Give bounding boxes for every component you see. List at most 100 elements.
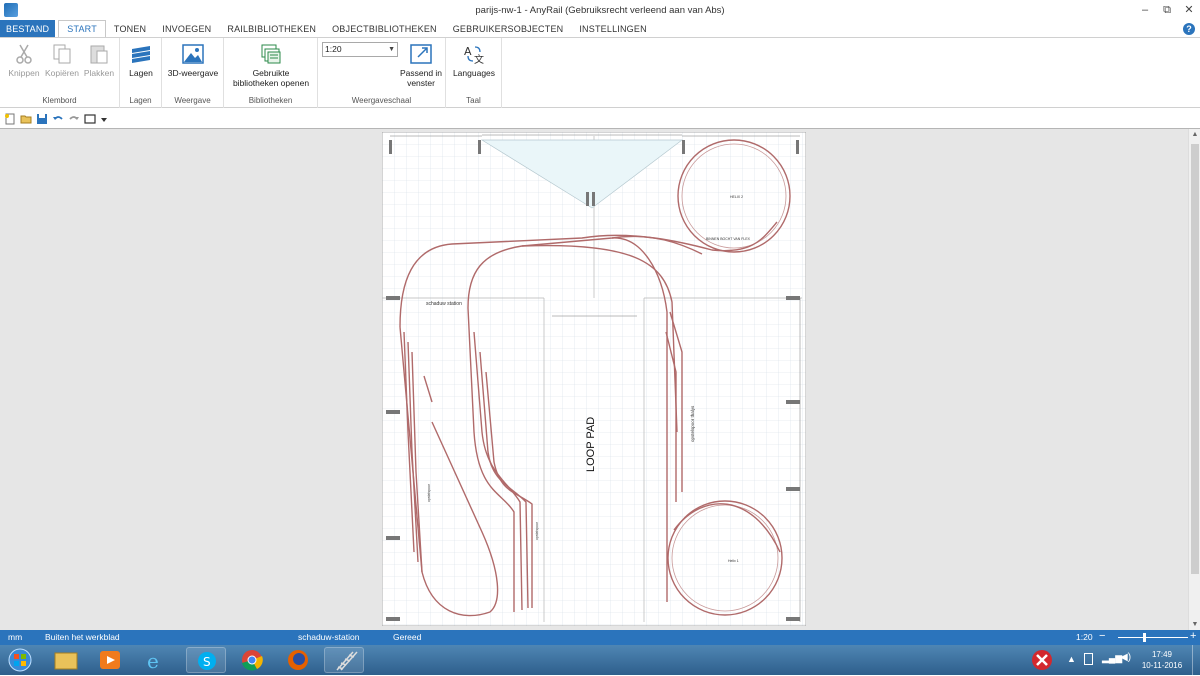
group-label-language: Taal [466,96,481,105]
scrollbar-thumb[interactable] [1191,144,1199,574]
group-label-clipboard: Klembord [42,96,77,105]
3d-view-label: 3D-weergave [167,68,219,78]
window-title: parijs-nw-1 - AnyRail (Gebruiksrecht ver… [475,4,725,16]
scissors-icon [13,43,35,65]
paste-label: Plakken [83,68,115,78]
group-layers: Lagen Lagen [120,38,162,108]
status-layer: schaduw-station [298,632,360,642]
internet-explorer-taskbar-icon[interactable]: e [136,647,176,673]
status-position: Buiten het werkblad [45,632,120,642]
paste-icon [88,43,110,65]
undo-icon[interactable] [52,113,64,125]
skype-taskbar-icon[interactable]: S [186,647,226,673]
layers-icon [130,43,152,65]
status-state: Gereed [393,632,422,642]
tab-tonen[interactable]: TONEN [106,20,154,38]
3d-view-button[interactable]: 3D-weergave [164,43,222,78]
group-clipboard: Knippen Kopiëren Plakken Klembord [0,38,120,108]
vertical-scrollbar[interactable]: ▲ ▼ [1188,129,1200,630]
zoom-slider[interactable] [1118,637,1188,638]
fit-window-label-1: Passend in [399,68,443,78]
redo-icon[interactable] [68,113,80,125]
zoom-in-icon[interactable]: + [1190,630,1196,642]
flex-bend-label: BINNEN BOCHT VAN FLEX [706,237,751,241]
translate-icon: A文 [463,43,485,66]
ribbon-tabs: BESTAND START TONEN INVOEGEN RAILBIBLIOT… [0,20,1200,38]
help-icon[interactable]: ? [1183,23,1195,35]
group-libraries: Gebruikte bibliotheken openen Bibliothek… [224,38,318,108]
anyrail-taskbar-icon[interactable] [324,647,364,673]
tab-railbibliotheken[interactable]: RAILBIBLIOTHEKEN [219,20,324,38]
copy-label: Kopiëren [44,68,80,78]
notification-app-icon[interactable] [1022,647,1062,673]
layers-button[interactable]: Lagen [124,43,158,78]
cut-button[interactable]: Knippen [6,43,42,78]
toolbar-dropdown-icon[interactable] [100,113,108,125]
clock-time[interactable]: 17:49 [1132,650,1192,659]
clock-date[interactable]: 10-11-2016 [1132,661,1192,670]
layers-label: Lagen [129,68,153,78]
fit-window-button[interactable]: Passend in venster [398,43,444,88]
tab-objectbibliotheken[interactable]: OBJECTBIBLIOTHEKEN [324,20,445,38]
tab-invoegen[interactable]: INVOEGEN [154,20,219,38]
svg-text:文: 文 [474,53,484,65]
quick-access-toolbar [0,110,1200,129]
battery-icon[interactable] [1084,653,1093,665]
new-file-icon[interactable] [4,113,16,125]
helix-1-label: Helix 1 [728,559,739,563]
volume-icon[interactable]: ◀) [1120,652,1131,663]
open-folder-icon[interactable] [20,113,32,125]
group-label-libraries: Bibliotheken [248,96,293,105]
firefox-taskbar-icon[interactable] [278,647,318,673]
tab-bestand[interactable]: BESTAND [0,20,56,38]
status-bar: mm Buiten het werkblad schaduw-station G… [0,630,1200,645]
ribbon: Knippen Kopiëren Plakken Klembord Lagen … [0,37,1200,108]
scale-dropdown[interactable]: 1:20 ▼ [322,42,398,57]
scale-value: 1:20 [325,44,342,54]
rectangle-select-icon[interactable] [84,113,96,125]
tab-gebruikersobjecten[interactable]: GEBRUIKERSOBJECTEN [445,20,572,38]
zoom-out-icon[interactable]: − [1099,630,1105,642]
helix-2-label: HELIX 2 [730,195,743,199]
siding-mid-label: opstelspoor [535,521,539,540]
zoom-slider-thumb[interactable] [1143,633,1146,642]
copy-button[interactable]: Kopiëren [43,43,81,78]
scroll-down-icon[interactable]: ▼ [1189,621,1200,628]
track-plan[interactable]: HELIX 2 BINNEN BOCHT VAN FLEX Helix 1 sc… [382,132,806,626]
tab-instellingen[interactable]: INSTELLINGEN [571,20,654,38]
tab-start[interactable]: START [58,20,106,38]
open-libraries-label-2: bibliotheken openen [232,78,310,88]
explorer-taskbar-icon[interactable] [46,647,86,673]
close-button[interactable]: ✕ [1182,3,1196,17]
status-unit: mm [8,632,23,642]
media-player-taskbar-icon[interactable] [90,647,130,673]
svg-text:e: e [147,649,159,673]
siding-thalys-label: opstelspoor thalys [690,405,695,442]
shadow-station-label: schaduw station [426,301,462,307]
copy-icon [51,43,73,65]
tray-expand-icon[interactable]: ▲ [1067,654,1076,664]
chevron-down-icon: ▼ [388,46,395,53]
title-bar: parijs-nw-1 - AnyRail (Gebruiksrecht ver… [0,0,1200,20]
group-view: 3D-weergave Weergave [162,38,224,108]
open-libraries-button[interactable]: Gebruikte bibliotheken openen [226,43,316,88]
scroll-up-icon[interactable]: ▲ [1189,131,1200,138]
chrome-taskbar-icon[interactable] [232,647,272,673]
paste-button[interactable]: Plakken [82,43,116,78]
cut-label: Knippen [8,68,40,78]
restore-button[interactable]: ⧉ [1160,3,1174,17]
loop-label: LOOP PAD [585,417,597,472]
status-zoom: 1:20 [1076,632,1093,642]
show-desktop-button[interactable] [1192,645,1200,675]
library-icon [260,43,282,65]
save-icon[interactable] [36,113,48,125]
open-libraries-label-1: Gebruikte [252,68,290,78]
group-language: A文 Languages Taal [446,38,502,108]
start-button[interactable] [2,647,38,673]
group-label-view: Weergave [174,96,211,105]
group-label-layers: Lagen [129,96,152,105]
languages-button[interactable]: A文 Languages [448,43,500,78]
siding-left-label: opstelspoor [427,483,431,502]
minimize-button[interactable]: – [1138,3,1152,17]
languages-label: Languages [452,68,496,78]
